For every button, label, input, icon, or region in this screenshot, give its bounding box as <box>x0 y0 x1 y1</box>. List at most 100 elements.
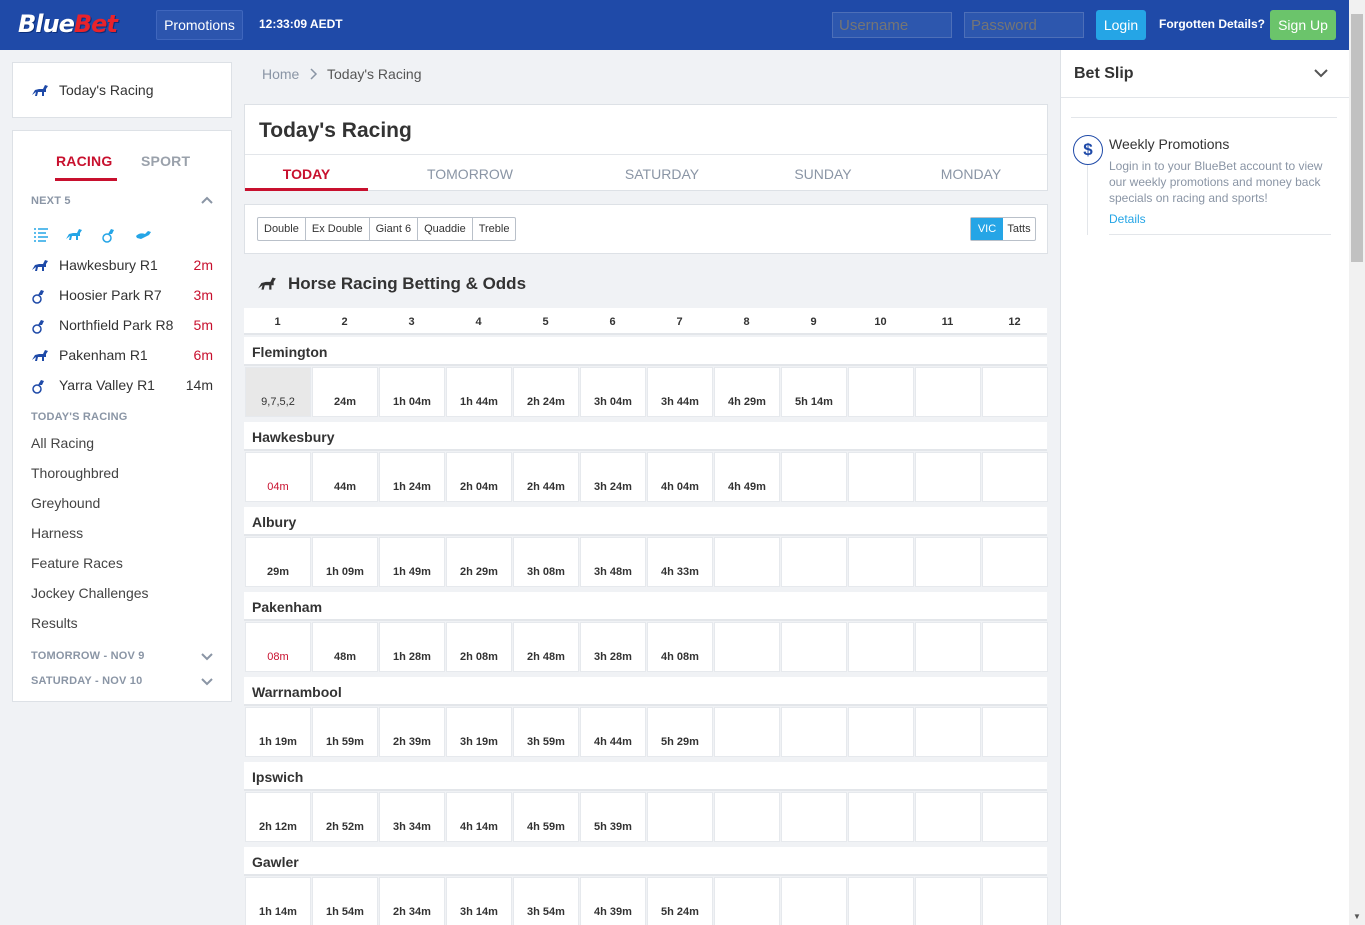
race-cell[interactable]: 1h 49m <box>379 537 445 587</box>
race-cell[interactable]: 1h 04m <box>379 367 445 417</box>
race-cell[interactable]: 5h 14m <box>781 367 847 417</box>
username-input[interactable] <box>832 12 952 38</box>
race-cell[interactable]: 1h 24m <box>379 452 445 502</box>
tab-saturday[interactable]: SATURDAY <box>597 166 727 182</box>
sidebar-link-harness[interactable]: Harness <box>31 525 83 541</box>
next-race-item[interactable]: Hawkesbury R1 2m <box>31 250 213 280</box>
meeting-name[interactable]: Flemington <box>244 337 1047 366</box>
race-cell[interactable]: 3h 44m <box>647 367 713 417</box>
race-cell[interactable]: 4h 08m <box>647 622 713 672</box>
race-cell[interactable]: 4h 33m <box>647 537 713 587</box>
sidebar-link-thoroughbred[interactable]: Thoroughbred <box>31 465 119 481</box>
chevron-down-icon[interactable] <box>201 650 213 662</box>
race-cell[interactable]: 2h 08m <box>446 622 512 672</box>
bet-type-treble[interactable]: Treble <box>473 218 516 240</box>
race-cell[interactable]: 24m <box>312 367 378 417</box>
race-cell[interactable]: 2h 24m <box>513 367 579 417</box>
race-cell[interactable]: 3h 54m <box>513 877 579 925</box>
race-cell[interactable]: 2h 04m <box>446 452 512 502</box>
forgotten-details-link[interactable]: Forgotten Details? <box>1159 17 1265 31</box>
race-cell[interactable]: 2h 39m <box>379 707 445 757</box>
next-race-item[interactable]: Northfield Park R8 5m <box>31 310 213 340</box>
next-race-item[interactable]: Hoosier Park R7 3m <box>31 280 213 310</box>
bet-type-ex-double[interactable]: Ex Double <box>306 218 370 240</box>
scroll-down-arrow[interactable]: ▼ <box>1353 912 1361 921</box>
race-cell[interactable]: 48m <box>312 622 378 672</box>
race-cell[interactable]: 4h 04m <box>647 452 713 502</box>
sidebar-link-feature-races[interactable]: Feature Races <box>31 555 123 571</box>
race-cell[interactable]: 44m <box>312 452 378 502</box>
tab-today[interactable]: TODAY <box>245 166 368 182</box>
breadcrumb-home[interactable]: Home <box>262 66 299 82</box>
scrollbar-thumb[interactable] <box>1351 14 1363 262</box>
sidebar-link-greyhound[interactable]: Greyhound <box>31 495 100 511</box>
bet-type-double[interactable]: Double <box>258 218 306 240</box>
bluebet-logo[interactable]: BlueBet <box>18 10 118 38</box>
sign-up-button[interactable]: Sign Up <box>1270 10 1336 40</box>
meeting-name[interactable]: Ipswich <box>244 762 1047 791</box>
race-cell[interactable]: 4h 14m <box>446 792 512 842</box>
race-cell[interactable]: 4h 29m <box>714 367 780 417</box>
race-cell[interactable]: 2h 34m <box>379 877 445 925</box>
next-race-item[interactable]: Yarra Valley R1 14m <box>31 370 213 400</box>
bet-type-giant-6[interactable]: Giant 6 <box>370 218 419 240</box>
tab-tomorrow[interactable]: TOMORROW <box>405 166 535 182</box>
race-cell[interactable]: 4h 59m <box>513 792 579 842</box>
race-cell[interactable]: 5h 24m <box>647 877 713 925</box>
race-cell[interactable]: 5h 39m <box>580 792 646 842</box>
race-cell[interactable]: 3h 14m <box>446 877 512 925</box>
meeting-name[interactable]: Albury <box>244 507 1047 536</box>
meeting-name[interactable]: Gawler <box>244 847 1047 876</box>
tote-tatts[interactable]: Tatts <box>1003 218 1035 240</box>
password-input[interactable] <box>964 12 1084 38</box>
sidebar-link-results[interactable]: Results <box>31 615 78 631</box>
race-cell[interactable]: 08m <box>245 622 311 672</box>
next-race-item[interactable]: Pakenham R1 6m <box>31 340 213 370</box>
race-cell[interactable]: 4h 44m <box>580 707 646 757</box>
race-cell[interactable]: 2h 44m <box>513 452 579 502</box>
race-cell[interactable]: 1h 59m <box>312 707 378 757</box>
race-cell[interactable]: 3h 48m <box>580 537 646 587</box>
race-cell[interactable]: 1h 54m <box>312 877 378 925</box>
harness-filter-icon[interactable] <box>101 227 117 243</box>
race-cell[interactable]: 1h 44m <box>446 367 512 417</box>
race-cell[interactable]: 3h 24m <box>580 452 646 502</box>
race-cell[interactable]: 9,7,5,2 <box>245 367 311 417</box>
race-cell[interactable]: 2h 12m <box>245 792 311 842</box>
race-cell[interactable]: 3h 34m <box>379 792 445 842</box>
race-cell[interactable]: 29m <box>245 537 311 587</box>
chevron-down-icon[interactable] <box>201 675 213 687</box>
race-cell[interactable]: 1h 19m <box>245 707 311 757</box>
meeting-name[interactable]: Warrnambool <box>244 677 1047 706</box>
race-cell[interactable]: 3h 19m <box>446 707 512 757</box>
sidebar-today-racing-link[interactable]: Today's Racing <box>12 62 232 118</box>
tab-racing[interactable]: RACING <box>56 153 112 169</box>
chevron-down-icon[interactable] <box>1313 67 1329 79</box>
race-cell[interactable]: 3h 59m <box>513 707 579 757</box>
login-button[interactable]: Login <box>1096 10 1146 40</box>
bet-type-quaddie[interactable]: Quaddie <box>418 218 473 240</box>
tomorrow-heading[interactable]: TOMORROW - NOV 9 <box>31 650 145 662</box>
race-cell[interactable]: 3h 08m <box>513 537 579 587</box>
tab-sunday[interactable]: SUNDAY <box>758 166 888 182</box>
race-cell[interactable]: 5h 29m <box>647 707 713 757</box>
tote-vic[interactable]: VIC <box>971 218 1003 240</box>
sidebar-link-all-racing[interactable]: All Racing <box>31 435 94 451</box>
promotions-button[interactable]: Promotions <box>156 10 243 40</box>
race-cell[interactable]: 1h 28m <box>379 622 445 672</box>
meeting-name[interactable]: Hawkesbury <box>244 422 1047 451</box>
sidebar-link-jockey-challenges[interactable]: Jockey Challenges <box>31 585 149 601</box>
race-cell[interactable]: 1h 09m <box>312 537 378 587</box>
race-cell[interactable]: 2h 48m <box>513 622 579 672</box>
greyhound-filter-icon[interactable] <box>135 227 153 241</box>
race-cell[interactable]: 4h 49m <box>714 452 780 502</box>
race-cell[interactable]: 2h 52m <box>312 792 378 842</box>
page-scrollbar[interactable]: ▼ <box>1349 0 1365 925</box>
meeting-name[interactable]: Pakenham <box>244 592 1047 621</box>
tab-monday[interactable]: MONDAY <box>906 166 1036 182</box>
promo-details-link[interactable]: Details <box>1109 212 1146 226</box>
race-cell[interactable]: 3h 04m <box>580 367 646 417</box>
list-filter-icon[interactable] <box>33 227 49 243</box>
tab-sport[interactable]: SPORT <box>141 153 190 169</box>
race-cell[interactable]: 1h 14m <box>245 877 311 925</box>
